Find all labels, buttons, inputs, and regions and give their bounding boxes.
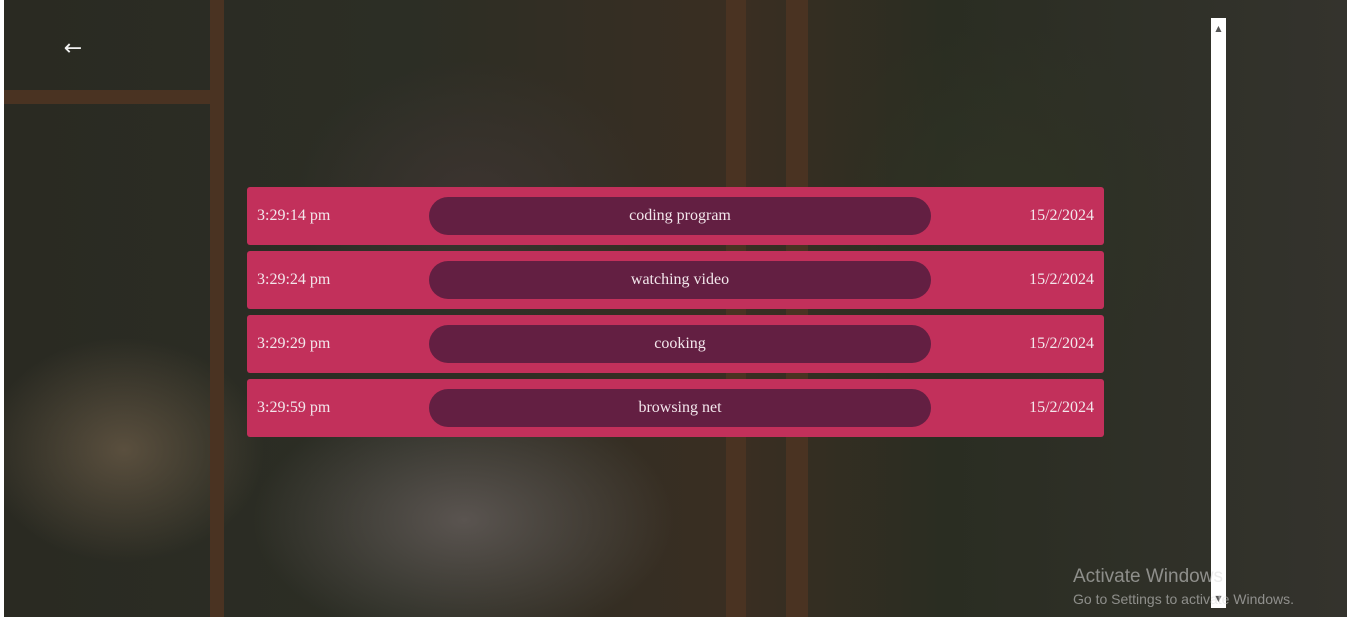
entry-time: 3:29:29 pm	[257, 335, 331, 352]
entry-time: 3:29:14 pm	[257, 207, 331, 224]
activity-list: 3:29:14 pm coding program 15/2/2024 3:29…	[247, 187, 1104, 443]
entry-activity: cooking	[429, 325, 931, 363]
entry-date: 15/2/2024	[1029, 271, 1094, 288]
entry-activity: browsing net	[429, 389, 931, 427]
entry-activity: coding program	[429, 197, 931, 235]
list-item[interactable]: 3:29:14 pm coding program 15/2/2024	[247, 187, 1104, 245]
entry-time: 3:29:24 pm	[257, 271, 331, 288]
watermark-subtitle: Go to Settings to activate Windows.	[1073, 591, 1294, 607]
activation-watermark: Activate Windows Go to Settings to activ…	[1073, 566, 1294, 610]
back-arrow-icon[interactable]: ←	[60, 36, 86, 62]
entry-date: 15/2/2024	[1029, 399, 1094, 416]
list-item[interactable]: 3:29:24 pm watching video 15/2/2024	[247, 251, 1104, 309]
entry-date: 15/2/2024	[1029, 335, 1094, 352]
list-item[interactable]: 3:29:29 pm cooking 15/2/2024	[247, 315, 1104, 373]
list-item[interactable]: 3:29:59 pm browsing net 15/2/2024	[247, 379, 1104, 437]
scroll-up-icon[interactable]: ▲	[1211, 22, 1226, 36]
entry-activity: watching video	[429, 261, 931, 299]
vertical-scrollbar[interactable]: ▲ ▼	[1211, 18, 1226, 608]
watermark-title: Activate Windows	[1073, 566, 1223, 587]
entry-time: 3:29:59 pm	[257, 399, 331, 416]
window-frame-bar	[4, 90, 224, 104]
entry-date: 15/2/2024	[1029, 207, 1094, 224]
